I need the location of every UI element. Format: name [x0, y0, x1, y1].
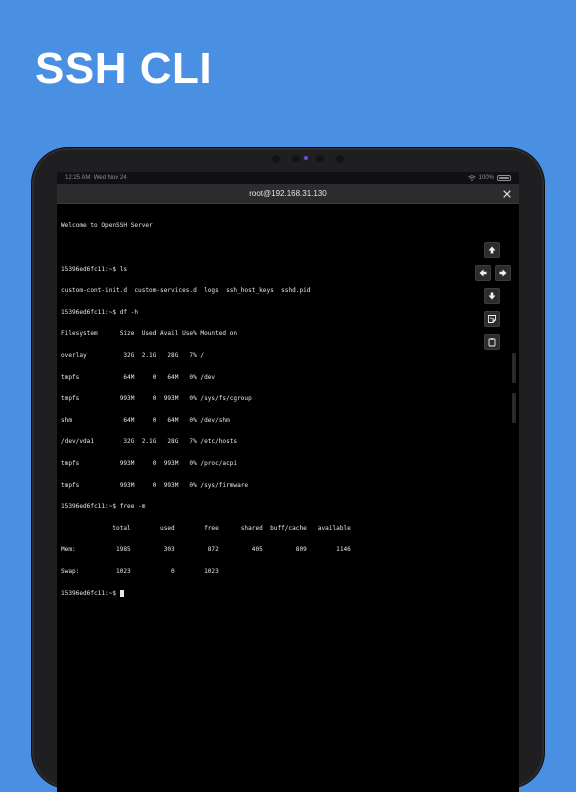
terminal-line: tmpfs 993M 0 993M 0% /sys/firmware	[61, 481, 249, 489]
terminal-line: Welcome to OpenSSH Server	[61, 222, 153, 230]
title-bar: root@192.168.31.130	[57, 184, 519, 204]
status-time: 12:25 AM Wed Nov 24	[65, 172, 127, 184]
arrow-left-button[interactable]	[475, 265, 491, 281]
terminal-line: 15396ed6fc11:~$ ls	[61, 265, 128, 273]
sticky-note-icon	[488, 315, 496, 323]
arrow-down-button[interactable]	[484, 288, 500, 304]
arrow-left-icon	[479, 269, 487, 277]
status-time-text: 12:25 AM	[65, 175, 91, 181]
sensor-dot	[336, 155, 344, 163]
terminal-line: tmpfs 993M 0 993M 0% /proc/acpi	[61, 459, 238, 467]
connection-title: root@192.168.31.130	[249, 189, 327, 198]
terminal-line: /dev/vda1 32G 2.1G 28G 7% /etc/hosts	[61, 438, 238, 446]
status-right: 100%	[467, 172, 511, 184]
terminal-line: Filesystem Size Used Avail Use% Mounted …	[61, 330, 238, 338]
terminal-line: shm 64M 0 64M 0% /dev/shm	[61, 416, 230, 424]
battery-percent: 100%	[478, 175, 494, 181]
terminal-output[interactable]: Welcome to OpenSSH Server 15396ed6fc11:~…	[61, 208, 481, 611]
arrow-up-button[interactable]	[484, 242, 500, 258]
terminal-line: 15396ed6fc11:~$ df -h	[61, 308, 139, 316]
terminal-line: Swap: 1023 0 1023	[61, 567, 219, 575]
terminal-line: total used free shared buff/cache availa…	[61, 524, 351, 532]
arrow-down-icon	[488, 292, 496, 300]
terminal-prompt: 15396ed6fc11:~$	[61, 589, 120, 597]
volume-up-button	[512, 353, 516, 383]
battery-icon	[497, 175, 511, 181]
clipboard-icon	[488, 338, 496, 347]
terminal-line: Mem: 1985 303 872 405 809 1146	[61, 546, 351, 554]
terminal-line: tmpfs 64M 0 64M 0% /dev	[61, 373, 216, 381]
headline: SSH CLI	[35, 44, 213, 93]
terminal-prompt-line: 15396ed6fc11:~$	[61, 589, 481, 597]
camera-bar	[272, 152, 352, 163]
terminal-line: overlay 32G 2.1G 28G 7% /	[61, 351, 205, 359]
arrow-right-icon	[499, 269, 507, 277]
camera-lens	[304, 156, 308, 160]
screen: 12:25 AM Wed Nov 24 100% root@192.168.31…	[57, 172, 519, 792]
status-date-text: Wed Nov 24	[93, 175, 127, 181]
arrow-up-icon	[488, 246, 496, 254]
sensor-dot	[316, 155, 324, 163]
close-icon	[503, 190, 511, 198]
tablet-device: 12:25 AM Wed Nov 24 100% root@192.168.31…	[32, 148, 544, 792]
snippets-button[interactable]	[484, 311, 500, 327]
terminal-line: custom-cont-init.d custom-services.d log…	[61, 287, 311, 295]
status-bar: 12:25 AM Wed Nov 24 100%	[57, 172, 519, 184]
terminal-line: 15396ed6fc11:~$ free -m	[61, 503, 146, 511]
volume-down-button	[512, 393, 516, 423]
paste-clipboard-button[interactable]	[484, 334, 500, 350]
arrow-right-button[interactable]	[495, 265, 511, 281]
close-button[interactable]	[501, 188, 513, 200]
terminal-cursor	[119, 589, 124, 597]
wifi-icon	[467, 175, 476, 181]
sensor-dot	[292, 155, 300, 163]
sensor-dot	[272, 155, 280, 163]
terminal-line: tmpfs 993M 0 993M 0% /sys/fs/cgroup	[61, 395, 252, 403]
